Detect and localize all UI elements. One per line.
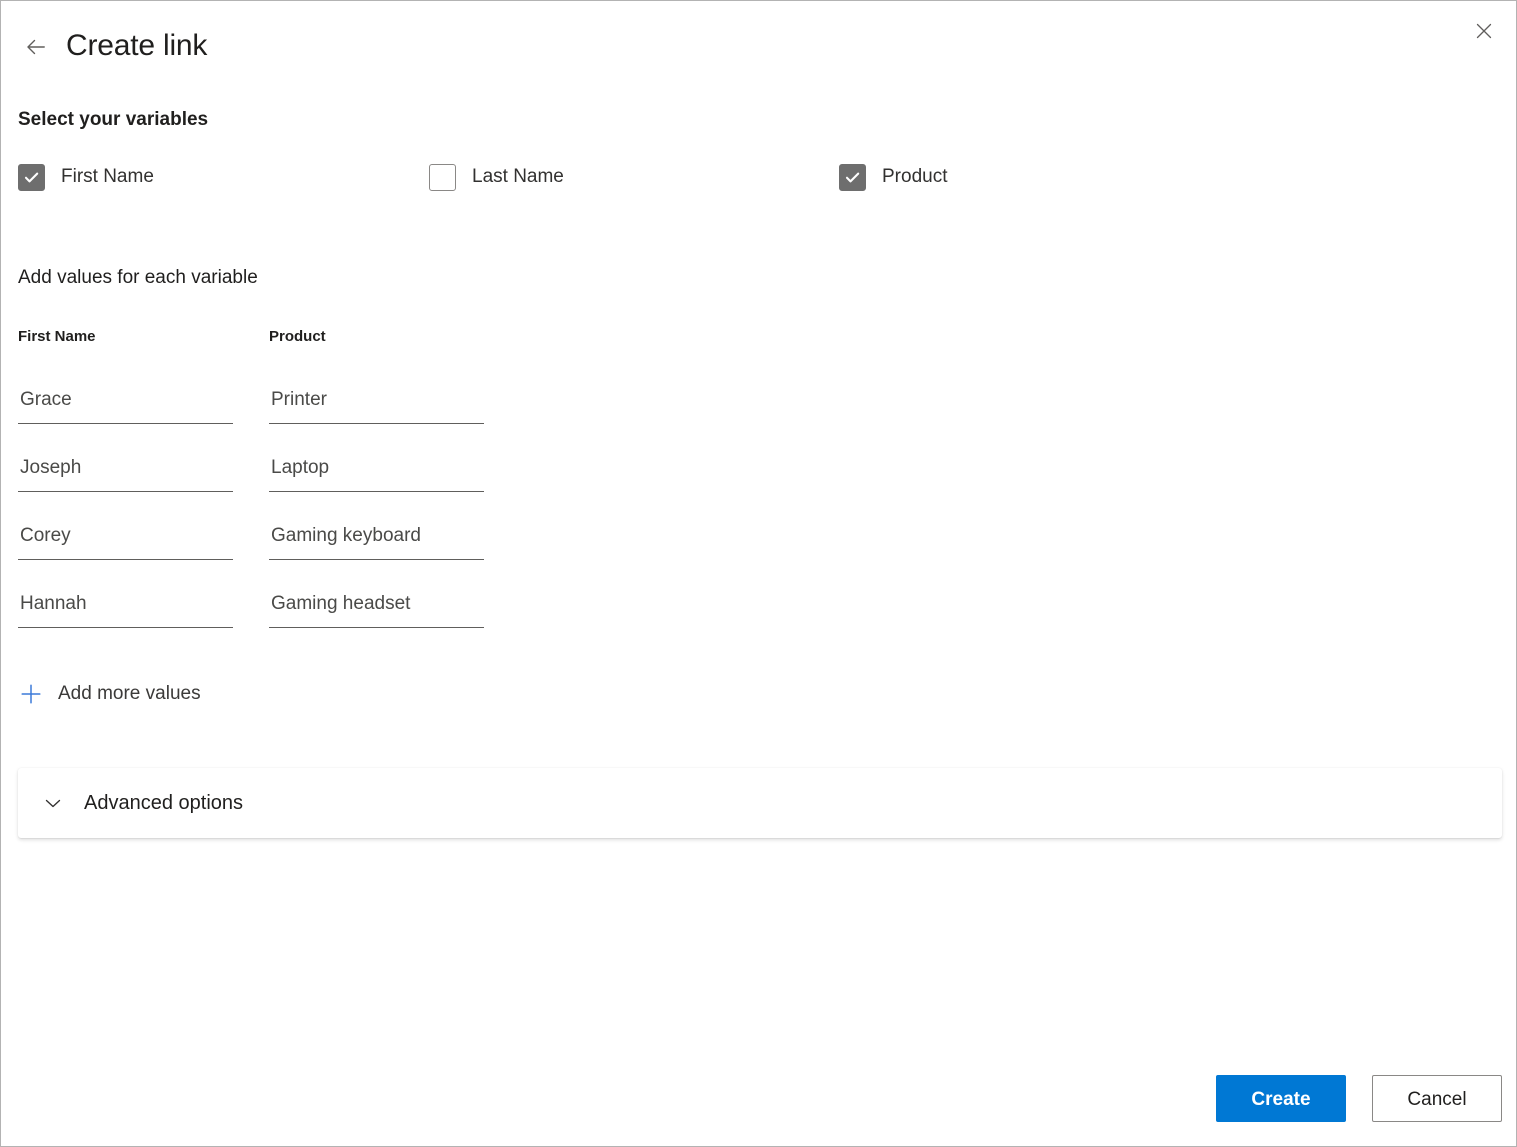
checkbox-box-unchecked [429,163,456,191]
value-column-product: Product [269,326,484,629]
create-link-dialog: Create link Select your variables First … [0,0,1517,1147]
value-field-wrapper [18,380,233,425]
value-input-product-0[interactable] [269,380,484,424]
value-input-product-1[interactable] [269,448,484,492]
arrow-left-icon [23,34,49,60]
value-field-wrapper [269,380,484,425]
back-button[interactable] [15,26,57,68]
dialog-footer: Create Cancel [1,1026,1516,1146]
value-input-first-name-2[interactable] [18,516,233,560]
value-input-first-name-0[interactable] [18,380,233,424]
chevron-down-icon [40,790,66,816]
value-field-wrapper [269,448,484,493]
value-input-product-3[interactable] [269,584,484,628]
variables-checkbox-row: First Name Last Name Product [1,159,1516,195]
close-button[interactable] [1467,14,1501,48]
checkbox-last-name[interactable]: Last Name [429,159,564,195]
checkbox-product[interactable]: Product [839,159,947,195]
value-field-wrapper [18,584,233,629]
value-field-wrapper [269,584,484,629]
value-input-first-name-3[interactable] [18,584,233,628]
close-icon [1473,20,1495,42]
value-field-wrapper [269,516,484,561]
dialog-header: Create link [1,1,1516,93]
value-field-wrapper [18,516,233,561]
value-column-first-name: First Name [18,326,233,629]
create-button[interactable]: Create [1216,1075,1346,1122]
checkbox-label: First Name [61,166,154,187]
checkbox-first-name[interactable]: First Name [18,159,154,195]
select-variables-heading: Select your variables [18,109,209,130]
add-more-values-label: Add more values [58,683,201,704]
column-header: First Name [18,328,96,345]
column-header: Product [269,328,326,345]
plus-icon [18,681,44,707]
page-title: Create link [66,29,208,62]
checkbox-label: Product [882,166,948,187]
add-values-heading: Add values for each variable [18,267,258,288]
value-field-wrapper [18,448,233,493]
checkbox-box-checked [839,163,866,191]
advanced-options-card[interactable]: Advanced options [18,768,1502,838]
value-input-product-2[interactable] [269,516,484,560]
add-more-values-button[interactable]: Add more values [18,676,201,712]
value-input-first-name-1[interactable] [18,448,233,492]
advanced-options-label: Advanced options [84,792,244,814]
checkbox-box-checked [18,163,45,191]
cancel-button[interactable]: Cancel [1372,1075,1502,1122]
checkbox-label: Last Name [472,166,564,187]
